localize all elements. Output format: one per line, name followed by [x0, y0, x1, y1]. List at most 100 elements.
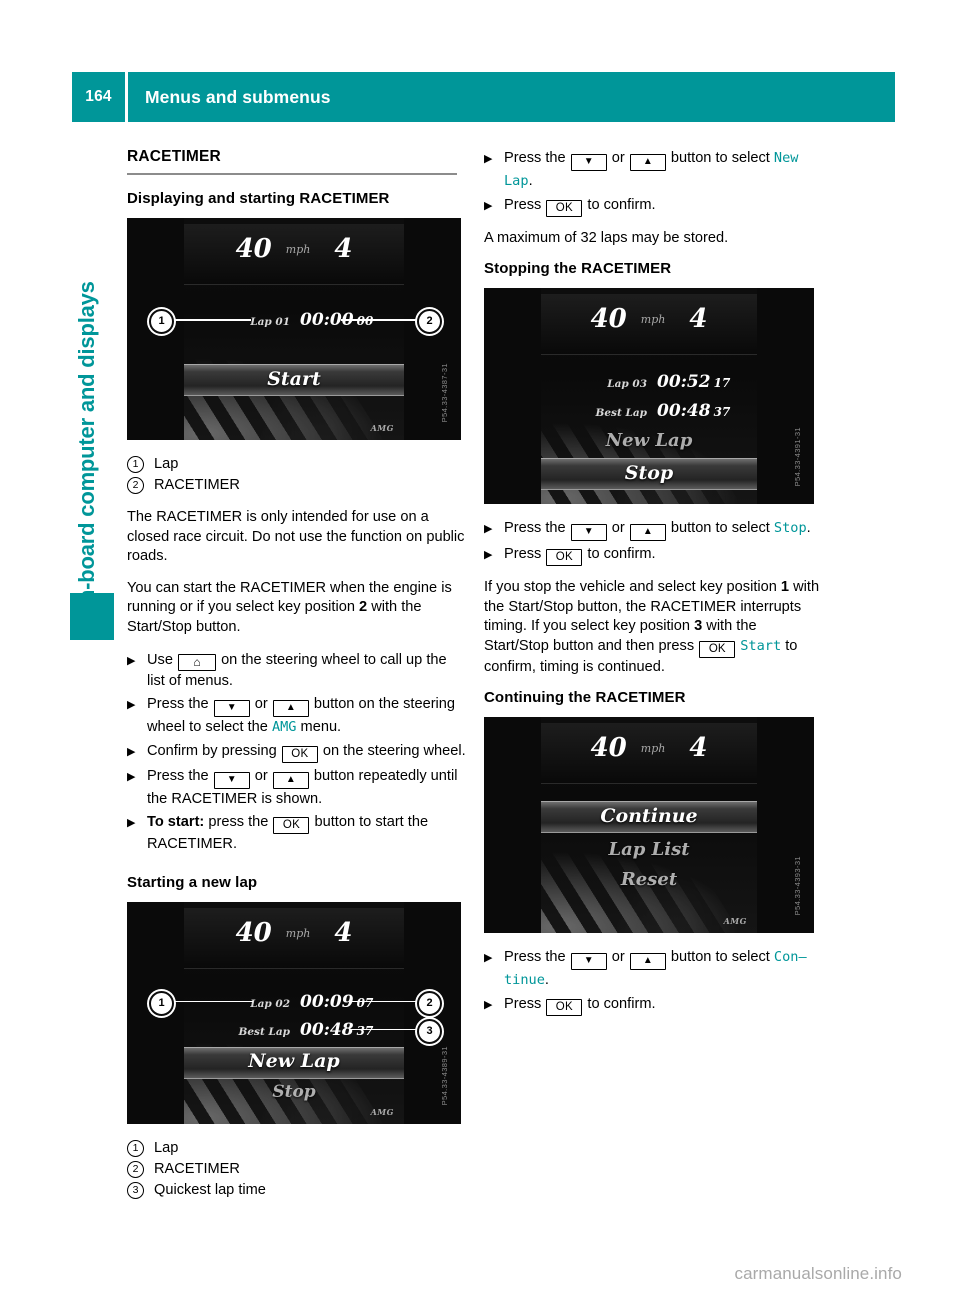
step-text: Press — [504, 196, 546, 213]
amg-logo: AMG — [370, 1106, 394, 1117]
down-key[interactable]: ▼ — [570, 953, 607, 971]
display-speed-row: 40 mph 4 — [541, 733, 757, 763]
up-key[interactable]: ▲ — [629, 154, 666, 171]
best-lap-row: Best Lap 00:48 37 — [541, 401, 757, 421]
step-text: Press the — [147, 696, 213, 713]
up-key[interactable]: ▲ — [629, 524, 666, 542]
down-key[interactable]: ▼ — [570, 154, 607, 171]
down-key[interactable]: ▼ — [570, 524, 607, 542]
up-key[interactable]: ▲ — [272, 700, 309, 718]
paragraph-max-laps: A maximum of 32 laps may be stored. — [484, 229, 729, 246]
chapter-marker-square — [70, 593, 114, 640]
key-position-3: 3 — [694, 618, 703, 635]
amg-logo: AMG — [723, 916, 747, 927]
site-watermark: carmanualsonline.info — [734, 1264, 902, 1283]
step-text: on the steering wheel. — [318, 742, 466, 759]
step-text: button to select — [666, 150, 774, 166]
step-text: to confirm. — [583, 196, 656, 213]
menu-item-new-lap: New Lap — [605, 430, 693, 452]
speed-unit: mph — [285, 926, 311, 940]
display-inner: 40 mph 4 Lap 03 00:52 17 Best Lap 00:48 37 New… — [541, 288, 757, 505]
step-text: or — [250, 767, 272, 784]
step-item: Use ⌂ on the steering wheel to call up t… — [127, 650, 467, 692]
lap-row: Lap 03 00:52 17 — [541, 372, 757, 392]
best-lap-time: 00:48 — [657, 401, 711, 422]
step-text: Use — [147, 651, 178, 668]
ok-key[interactable]: OK — [546, 549, 583, 567]
step-emphasis: To start: — [147, 814, 205, 831]
menu-item-start: Start — [267, 368, 321, 390]
speed-value: 40 — [235, 234, 272, 264]
up-key[interactable]: ▲ — [629, 953, 666, 971]
ok-key[interactable]: OK — [699, 640, 736, 658]
gear-value: 4 — [334, 234, 353, 264]
legend-text: RACETIMER — [154, 1160, 240, 1177]
speed-value: 40 — [235, 917, 272, 948]
callout-legend-1: 1 Lap 2 RACETIMER — [127, 454, 467, 496]
speed-unit: mph — [640, 313, 666, 327]
speed-unit: mph — [640, 742, 666, 756]
menu-item-continue: Continue — [600, 805, 698, 828]
menu-item-lap-list: Lap List — [608, 839, 690, 861]
subsection-title-continuing: Continuing the RACETIMER — [484, 689, 686, 707]
display-screenshot-stopping: 40 mph 4 Lap 03 00:52 17 Best Lap 00:48 37 New… — [484, 288, 814, 505]
step-item: Press OK to confirm. — [484, 195, 824, 217]
step-text: . — [544, 972, 549, 989]
down-key[interactable]: ▼ — [213, 771, 250, 789]
callout-leader-1 — [167, 1000, 253, 1003]
lap-time-fraction: 00 — [356, 314, 374, 328]
chapter-label: On-board computer and displays — [74, 281, 99, 620]
legend-item: 1 Lap — [127, 1138, 467, 1159]
section-title: RACETIMER — [127, 148, 221, 165]
paragraph-warning: The RACETIMER is only intended for use o… — [127, 509, 465, 565]
speed-value: 40 — [590, 304, 627, 335]
ok-key[interactable]: OK — [546, 199, 583, 217]
page-header: 164 Menus and submenus — [72, 72, 895, 122]
lap-label: Lap 01 — [250, 316, 290, 328]
menu-value: AMG — [271, 719, 297, 736]
ok-key[interactable]: OK — [281, 745, 318, 763]
lap-label: Lap 03 — [607, 378, 647, 391]
display-screenshot-new-lap: 40 mph 4 New Lap Stop Lap 02 00:09 07 Best L… — [127, 901, 461, 1124]
para-part-a: If you stop the vehicle and select key p… — [484, 579, 781, 596]
lap-label: Lap 02 — [250, 997, 290, 1010]
legend-number: 3 — [127, 1181, 144, 1199]
steps-list-continuing: Press the ▼ or ▲ button to select Con–ti… — [484, 947, 824, 1016]
menu-value: Stop — [773, 520, 807, 537]
step-item: Press OK to confirm. — [484, 544, 824, 567]
up-key[interactable]: ▲ — [272, 771, 309, 789]
ok-key[interactable]: OK — [546, 998, 583, 1016]
legend-text: Quickest lap time — [154, 1181, 266, 1198]
legend-number: 2 — [127, 1160, 144, 1178]
best-lap-label: Best Lap — [595, 407, 647, 420]
lap-time-fraction: 17 — [713, 376, 731, 391]
paragraph-start-conditions: You can start the RACETIMER when the eng… — [127, 579, 467, 638]
legend-item: 2 RACETIMER — [127, 1159, 467, 1180]
step-text: press the — [204, 814, 273, 831]
step-text: Press the — [504, 520, 570, 537]
menu-item-new-lap: New Lap — [248, 1049, 340, 1072]
amg-logo: AMG — [370, 423, 394, 433]
display-inner: 40 mph 4 New Lap Stop Lap 02 00:09 07 Best L… — [184, 901, 404, 1124]
menu-value-start: Start — [740, 637, 782, 654]
menu-item-stop: Stop — [272, 1081, 316, 1102]
left-column: RACETIMER Displaying and starting RACETI… — [127, 148, 467, 1213]
ok-key[interactable]: OK — [273, 817, 310, 835]
display-inner: 40 mph 4 Start Lap 01 00:00 00 AMG — [184, 218, 404, 440]
home-key[interactable]: ⌂ — [178, 653, 217, 671]
step-text: Confirm by pressing — [147, 742, 281, 759]
lap-time: 00:09 — [300, 991, 354, 1012]
callout-bubble-1: 1 — [149, 309, 174, 334]
step-text: Press the — [147, 767, 213, 784]
best-lap-fraction: 37 — [356, 1023, 374, 1038]
best-lap-label: Best Lap — [238, 1025, 290, 1038]
callout-bubble-1: 1 — [149, 990, 174, 1016]
callout-bubble-3: 3 — [417, 1018, 442, 1044]
down-key[interactable]: ▼ — [213, 700, 250, 718]
best-lap-time: 00:48 — [300, 1019, 354, 1040]
part-number: P54.33-4389-31 — [440, 1046, 449, 1106]
legend-item: 3 Quickest lap time — [127, 1180, 467, 1201]
legend-text: RACETIMER — [154, 477, 240, 493]
page-title: Menus and submenus — [128, 72, 895, 122]
subsection-title-displaying: Displaying and starting RACETIMER — [127, 190, 390, 207]
